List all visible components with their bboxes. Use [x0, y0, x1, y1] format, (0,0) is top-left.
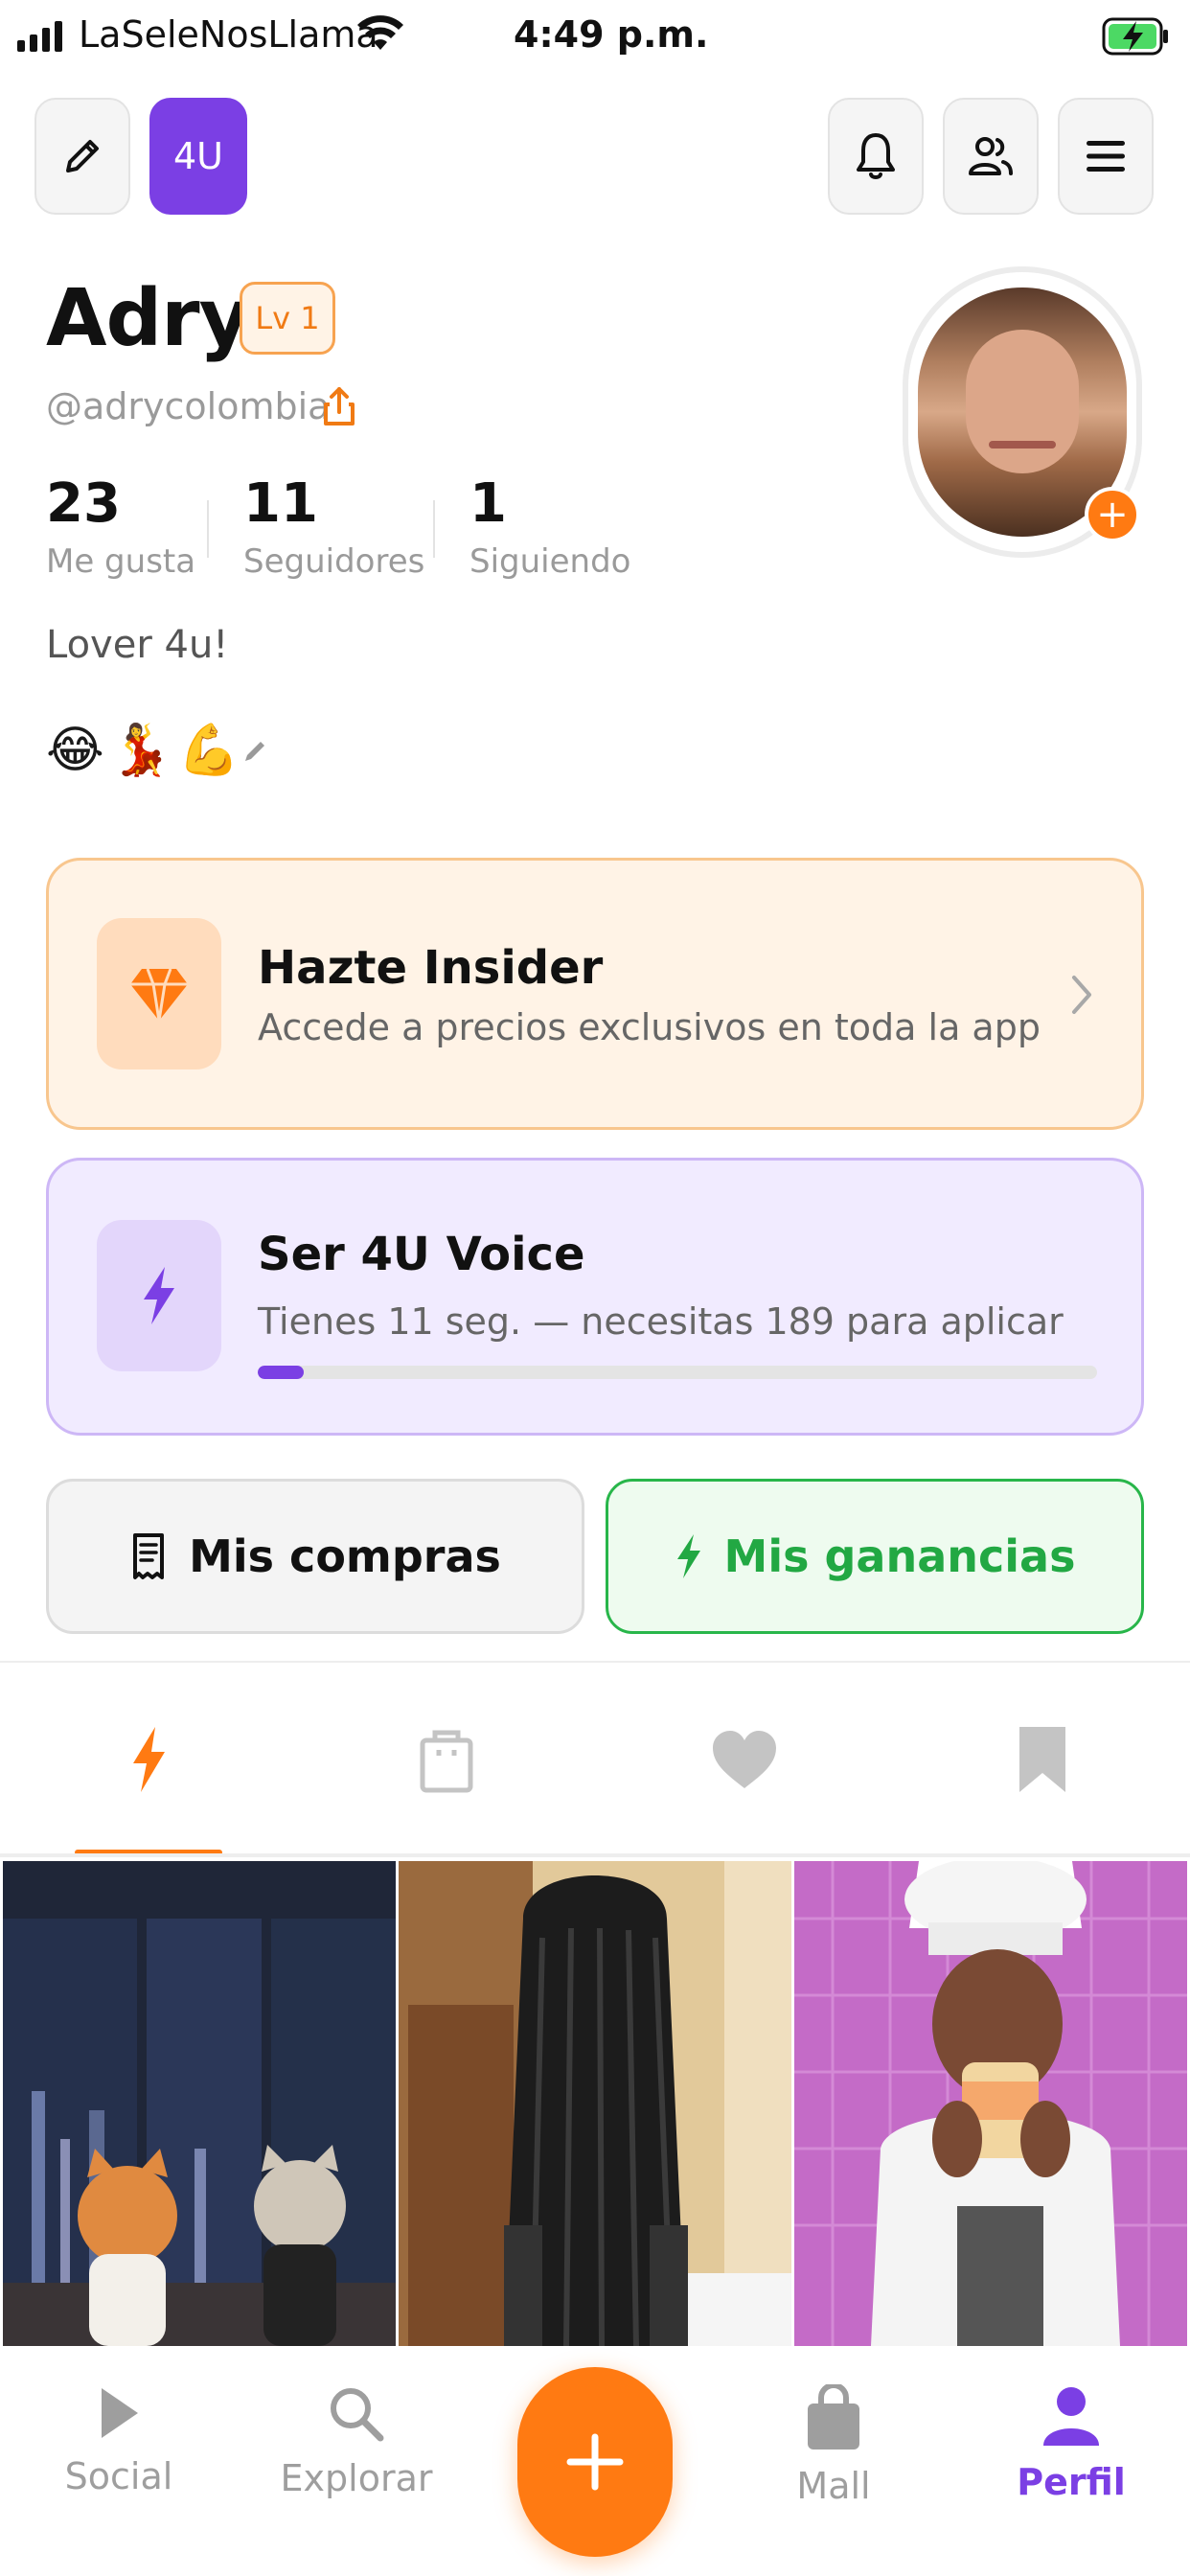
profile-bio: Lover 4u!	[46, 623, 229, 667]
plus-icon	[566, 2433, 624, 2491]
bolt-icon	[133, 1727, 165, 1792]
share-icon[interactable]	[322, 385, 356, 427]
signal-icon	[17, 21, 62, 52]
stat-likes[interactable]: 23 Me gusta	[46, 472, 196, 582]
heart-icon	[713, 1731, 776, 1788]
video-thumbnail-image	[794, 1861, 1187, 2346]
stat-likes-value: 23	[46, 472, 121, 535]
level-badge[interactable]: Lv 1	[240, 282, 335, 355]
voice-progress-bar	[258, 1366, 1097, 1379]
menu-icon	[1087, 141, 1125, 172]
my-earnings-label: Mis ganancias	[723, 1530, 1076, 1582]
receipt-icon	[133, 1533, 165, 1579]
bolt-icon	[676, 1534, 700, 1578]
pencil-icon	[66, 140, 99, 172]
shopping-bag-icon	[420, 1730, 473, 1793]
stat-followers[interactable]: 11 Seguidores	[243, 472, 425, 582]
shopping-bag-icon	[808, 2384, 859, 2450]
bookmark-icon	[1019, 1727, 1065, 1792]
nav-explore-label: Explorar	[280, 2457, 433, 2499]
battery-charging-icon	[1102, 17, 1168, 56]
tabs-bottom-divider	[0, 1853, 1190, 1857]
tab-videos[interactable]	[72, 1683, 225, 1836]
nav-social-label: Social	[64, 2455, 173, 2497]
video-thumbnail-image	[399, 1861, 791, 2346]
play-icon	[102, 2388, 138, 2438]
nav-profile-label: Perfil	[1017, 2461, 1126, 2503]
insider-card[interactable]: Hazte Insider Accede a precios exclusivo…	[46, 858, 1144, 1130]
chevron-right-icon	[1072, 976, 1091, 1014]
notifications-button[interactable]	[828, 98, 924, 215]
carrier-name: LaSeleNosLlama	[79, 13, 378, 56]
wifi-icon	[357, 15, 403, 50]
bolt-icon	[144, 1267, 174, 1324]
video-thumbnail[interactable]	[399, 1861, 791, 2346]
create-button[interactable]	[517, 2367, 673, 2557]
video-thumbnail[interactable]	[3, 1861, 396, 2346]
nav-mall[interactable]: Mall	[747, 2384, 920, 2507]
menu-button[interactable]	[1058, 98, 1154, 215]
stat-followers-value: 11	[243, 472, 318, 535]
stat-following-label: Siguiendo	[469, 542, 631, 581]
search-icon	[331, 2388, 384, 2442]
profile-emojis: 😂💃💪	[46, 722, 246, 779]
stat-divider	[207, 500, 209, 558]
insider-title: Hazte Insider	[258, 941, 604, 995]
tab-products[interactable]	[370, 1683, 523, 1836]
add-story-button[interactable]: +	[1085, 487, 1140, 542]
4u-logo-button[interactable]: 4U	[149, 98, 247, 215]
voice-subtitle: Tienes 11 seg. — necesitas 189 para apli…	[258, 1300, 1064, 1343]
video-thumbnail-image	[3, 1861, 396, 2346]
insider-icon-tile	[97, 918, 221, 1070]
edit-profile-button[interactable]	[34, 98, 130, 215]
voice-progress-fill	[258, 1366, 305, 1379]
stat-divider	[433, 500, 435, 558]
nav-explore[interactable]: Explorar	[270, 2384, 443, 2499]
stat-likes-label: Me gusta	[46, 542, 196, 581]
section-divider	[0, 1661, 1190, 1663]
status-time: 4:49 p.m.	[514, 13, 709, 56]
video-thumbnail[interactable]	[794, 1861, 1187, 2346]
bell-icon	[857, 133, 895, 179]
nav-profile[interactable]: Perfil	[985, 2384, 1157, 2503]
person-icon	[1043, 2387, 1099, 2446]
tab-saved[interactable]	[966, 1683, 1119, 1836]
nav-social[interactable]: Social	[33, 2384, 205, 2497]
voice-icon-tile	[97, 1220, 221, 1371]
tab-likes[interactable]	[668, 1683, 821, 1836]
edit-emojis-pencil-icon[interactable]	[241, 736, 270, 765]
diamond-icon	[130, 968, 188, 1022]
my-purchases-label: Mis compras	[189, 1530, 501, 1582]
my-purchases-button[interactable]: Mis compras	[46, 1479, 584, 1634]
nav-mall-label: Mall	[796, 2465, 871, 2507]
profile-handle: @adrycolombia	[46, 385, 331, 427]
insider-subtitle: Accede a precios exclusivos en toda la a…	[258, 1006, 1041, 1048]
my-earnings-button[interactable]: Mis ganancias	[606, 1479, 1144, 1634]
people-icon	[969, 137, 1013, 175]
voice-card[interactable]: Ser 4U Voice Tienes 11 seg. — necesitas …	[46, 1158, 1144, 1436]
profile-name: Adry	[46, 273, 250, 364]
voice-title: Ser 4U Voice	[258, 1228, 585, 1281]
stat-following-value: 1	[469, 472, 507, 535]
friends-button[interactable]	[943, 98, 1039, 215]
stat-followers-label: Seguidores	[243, 542, 425, 581]
status-bar: LaSeleNosLlama 4:49 p.m.	[0, 0, 1190, 77]
stat-following[interactable]: 1 Siguiendo	[469, 472, 631, 582]
